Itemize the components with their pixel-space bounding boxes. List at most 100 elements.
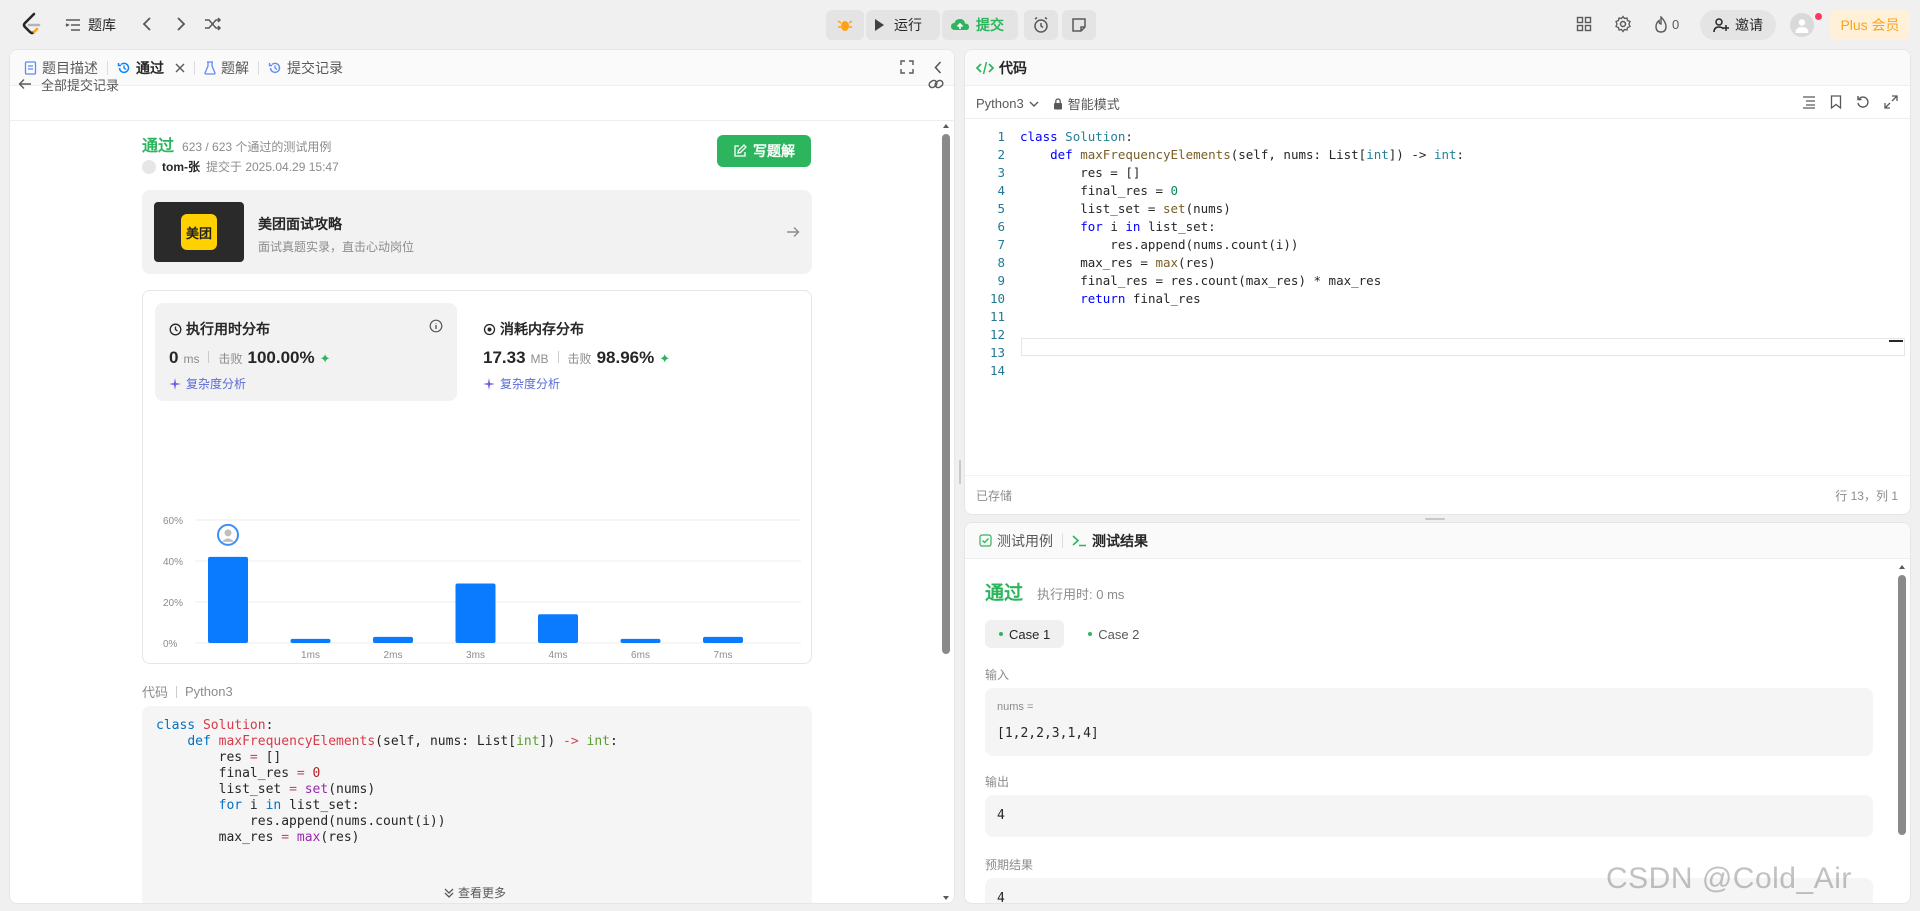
invite-button[interactable]: 邀请 xyxy=(1700,10,1776,40)
random-problem-button[interactable] xyxy=(204,15,222,33)
result-scrollbar-thumb[interactable] xyxy=(1898,575,1906,835)
chart-bar xyxy=(538,614,578,643)
code-line[interactable]: for i in list_set: xyxy=(1020,218,1464,236)
line-number: 13 xyxy=(989,345,1005,360)
x-tick-label: 2ms xyxy=(384,650,403,661)
plus-membership-button[interactable]: Plus 会员 xyxy=(1830,10,1910,40)
code-line[interactable]: def maxFrequencyElements(self, nums: Lis… xyxy=(1020,146,1464,164)
chart-bar xyxy=(703,636,743,643)
horizontal-splitter[interactable] xyxy=(1425,518,1445,520)
layout-button[interactable] xyxy=(1575,15,1593,33)
collapse-panel-button[interactable] xyxy=(934,61,942,74)
code-line[interactable] xyxy=(1020,308,1464,326)
memory-beats: 98.96% xyxy=(596,348,655,367)
chevron-down-icon xyxy=(1029,101,1039,107)
info-icon[interactable] xyxy=(429,319,443,333)
result-panel: 测试用例 测试结果 通过 执行用时: 0 ms Case 1 Case 2 输入… xyxy=(964,522,1911,904)
tab-testcase[interactable]: 测试用例 xyxy=(965,523,1062,558)
code-line[interactable]: final_res = res.count(max_res) * max_res xyxy=(1020,272,1464,290)
language-selector[interactable]: Python3 xyxy=(976,96,1039,111)
code-line[interactable]: return final_res xyxy=(1020,290,1464,308)
settings-button[interactable] xyxy=(1614,15,1632,33)
x-tick-label: 7ms xyxy=(714,650,733,661)
invite-label: 邀请 xyxy=(1735,17,1763,33)
leetcode-logo[interactable] xyxy=(20,12,44,36)
streak-counter[interactable]: 0 xyxy=(1654,15,1679,33)
user-avatar[interactable] xyxy=(1790,13,1814,37)
submission-meta: tom-张 提交于 2025.04.29 15:47 xyxy=(142,158,339,175)
status-text: 通过 xyxy=(142,138,175,155)
flask-icon xyxy=(204,60,216,75)
memory-analysis-label: 复杂度分析 xyxy=(500,377,561,391)
chart-bar xyxy=(373,636,413,643)
smart-mode-toggle[interactable]: 智能模式 xyxy=(1053,94,1120,113)
left-tabbar: 题目描述 通过 题解 提交记录 xyxy=(10,50,954,86)
result-scrollbar[interactable] xyxy=(1898,563,1906,901)
output-value: 4 xyxy=(997,808,1005,823)
format-icon[interactable] xyxy=(1802,95,1816,109)
promo-banner[interactable]: 美团 美团面试攻略 面试真题实录，直击心动岗位 xyxy=(142,190,812,274)
prev-problem-button[interactable] xyxy=(138,15,156,33)
debug-button[interactable] xyxy=(826,10,864,40)
tab-submissions[interactable]: 提交记录 xyxy=(259,50,352,85)
run-button[interactable]: 运行 xyxy=(866,10,940,40)
editor-toolbar: Python3 智能模式 xyxy=(976,94,1120,113)
tab-solutions[interactable]: 题解 xyxy=(195,50,258,85)
cursor-position: 行 13，列 1 xyxy=(1835,489,1898,503)
back-to-submissions-link[interactable]: 全部提交记录 xyxy=(18,77,119,93)
notes-button[interactable] xyxy=(1062,10,1096,40)
code-line[interactable]: res.append(nums.count(i)) xyxy=(1020,236,1464,254)
tab-accepted[interactable]: 通过 xyxy=(108,50,194,85)
double-chevron-down-icon xyxy=(444,888,454,898)
line-number: 1 xyxy=(997,129,1005,144)
submit-button[interactable]: 提交 xyxy=(942,10,1018,40)
tab-code[interactable]: 代码 xyxy=(965,50,1036,85)
timer-button[interactable] xyxy=(1024,10,1058,40)
line-number: 3 xyxy=(997,165,1005,180)
runtime-stat[interactable]: 执行用时分布 0 ms 击败 100.00% ✦ 复杂度分析 xyxy=(155,303,457,401)
maximize-panel-button[interactable] xyxy=(900,60,914,74)
case-tab-1[interactable]: Case 1 xyxy=(985,620,1065,648)
arrow-left-icon xyxy=(18,79,31,89)
memory-complexity-link[interactable]: 复杂度分析 xyxy=(483,375,560,392)
editor-actions xyxy=(1802,95,1898,109)
memory-stat[interactable]: 消耗内存分布 17.33 MB 击败 98.96% ✦ 复杂度分析 xyxy=(483,303,785,401)
streak-count: 0 xyxy=(1672,16,1680,32)
alarm-clock-icon xyxy=(1034,16,1048,33)
chevron-left-icon xyxy=(934,61,942,74)
case-tab-2[interactable]: Case 2 xyxy=(1074,620,1153,648)
write-solution-button[interactable]: 写题解 xyxy=(717,135,811,167)
share-link-button[interactable] xyxy=(928,77,944,91)
runtime-complexity-link[interactable]: 复杂度分析 xyxy=(169,375,246,392)
chip-icon xyxy=(483,323,496,335)
close-icon[interactable] xyxy=(175,63,185,73)
view-more-button[interactable]: 查看更多 xyxy=(444,884,506,901)
code-line[interactable]: res = [] xyxy=(1020,164,1464,182)
username[interactable]: tom-张 xyxy=(162,158,200,175)
chart-bar xyxy=(290,638,331,643)
code-line[interactable]: list_set = set(nums) xyxy=(1020,200,1464,218)
runtime-values: 0 ms 击败 100.00% ✦ xyxy=(169,348,331,368)
code-editor[interactable]: 1 2 3 4 5 6 7 8 9 10 11 12 13 14 class Solution: def … xyxy=(965,125,1905,425)
fullscreen-icon[interactable] xyxy=(1884,95,1898,109)
promo-subtitle: 面试真题实录，直击心动岗位 xyxy=(258,240,415,254)
code-line[interactable]: final_res = 0 xyxy=(1020,182,1464,200)
chart-bar xyxy=(455,583,496,643)
left-scrollbar-thumb[interactable] xyxy=(942,134,950,654)
case-tabs: Case 1 Case 2 xyxy=(985,620,1153,648)
vertical-splitter[interactable] xyxy=(959,460,961,484)
next-problem-button[interactable] xyxy=(172,15,190,33)
left-scrollbar[interactable] xyxy=(942,122,950,902)
view-more-label: 查看更多 xyxy=(458,886,507,900)
code-line[interactable]: max_res = max(res) xyxy=(1020,254,1464,272)
line-number: 6 xyxy=(997,219,1005,234)
bookmark-icon[interactable] xyxy=(1830,95,1842,109)
chevron-left-icon xyxy=(142,17,151,31)
code-line[interactable]: class Solution: xyxy=(1020,128,1464,146)
problemset-button[interactable]: 题库 xyxy=(64,12,116,38)
line-number: 10 xyxy=(989,291,1005,306)
reset-icon[interactable] xyxy=(1856,95,1870,109)
code-line[interactable] xyxy=(1020,362,1464,380)
x-tick-label: 1ms xyxy=(301,650,320,661)
tab-test-result[interactable]: 测试结果 xyxy=(1063,523,1157,558)
